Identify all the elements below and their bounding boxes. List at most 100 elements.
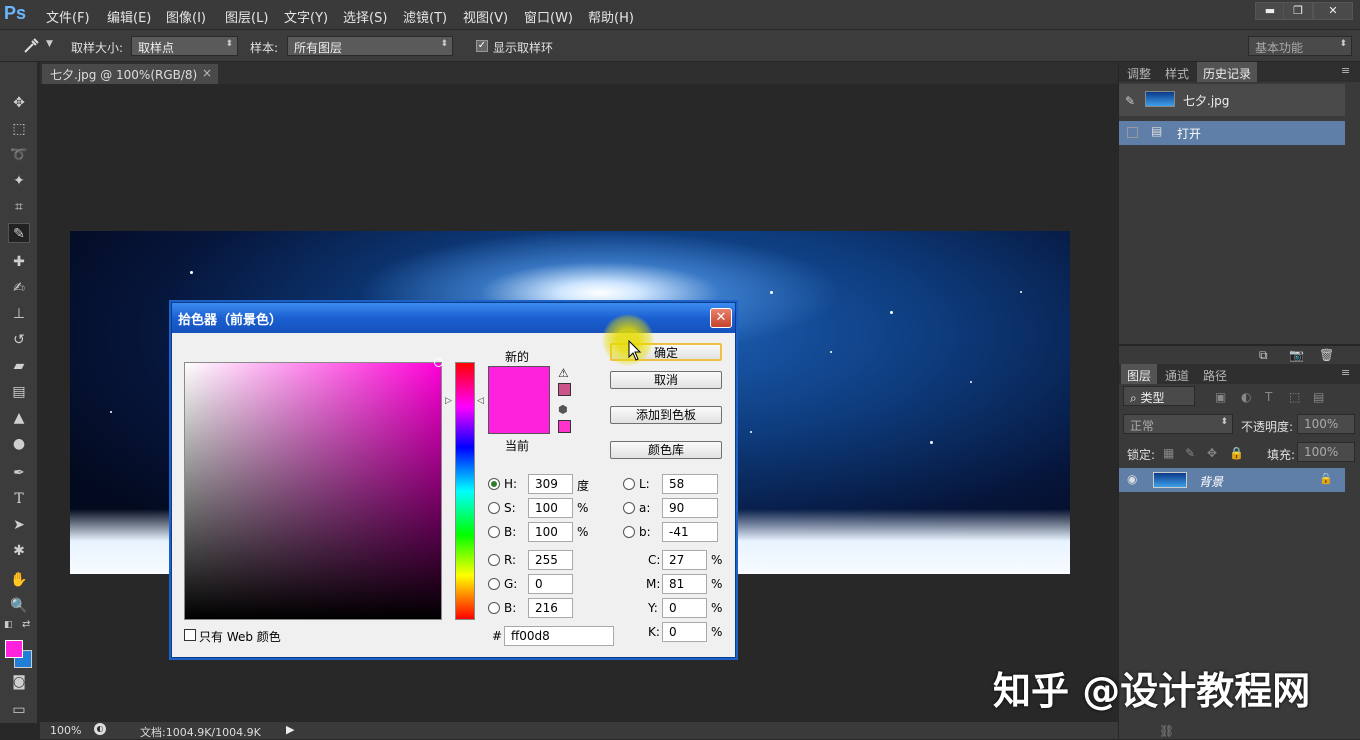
restore-button[interactable]: ❐ [1283, 2, 1313, 20]
dialog-close-button[interactable]: ✕ [710, 308, 732, 328]
history-brush-tool-icon[interactable]: ↺ [8, 330, 30, 350]
hue-slider-left-arrow-icon[interactable]: ▷ [445, 396, 452, 406]
web-safe-swatch[interactable] [558, 420, 571, 433]
hue-slider-right-arrow-icon[interactable]: ◁ [477, 396, 484, 406]
sample-size-select[interactable]: 取样点 ⬍ [131, 36, 238, 56]
blend-mode-select[interactable]: 正常 ⬍ [1123, 414, 1233, 434]
eyedropper-tool-icon[interactable]: ✎ [8, 223, 30, 243]
zoom-level[interactable]: 100% [50, 724, 81, 737]
screen-mode-icon[interactable]: ▭ [8, 700, 30, 720]
default-colors-icon[interactable]: ◧ [4, 620, 13, 630]
menu-edit[interactable]: 编辑(E) [107, 7, 151, 26]
brush-tool-icon[interactable]: ✍ [8, 278, 30, 298]
brightness-radio[interactable] [488, 526, 500, 538]
healing-brush-tool-icon[interactable]: ✚ [8, 252, 30, 272]
status-icon[interactable]: ◐ [94, 723, 106, 735]
lab-l-field[interactable]: 58 [662, 474, 718, 494]
hue-field[interactable]: 309 [528, 474, 573, 494]
show-ring-checkbox[interactable]: ✓ [476, 40, 488, 52]
hue-slider[interactable] [455, 362, 475, 620]
layer-row[interactable]: ◉ 背景 🔒 [1119, 468, 1345, 492]
lock-image-icon[interactable]: ✎ [1185, 446, 1195, 460]
gamut-swatch[interactable] [558, 383, 571, 396]
marquee-tool-icon[interactable]: ⬚ [8, 119, 30, 139]
blue-radio[interactable] [488, 602, 500, 614]
move-tool-icon[interactable]: ✥ [8, 93, 30, 113]
foreground-color-swatch[interactable] [5, 640, 23, 658]
shape-tool-icon[interactable]: ✱ [8, 541, 30, 561]
menu-select[interactable]: 选择(S) [343, 7, 387, 26]
lab-l-radio[interactable] [623, 478, 635, 490]
filter-smart-object-icon[interactable]: ▤ [1313, 390, 1324, 404]
trash-icon[interactable]: 🗑 [1319, 348, 1334, 362]
tab-adjustments[interactable]: 调整 [1121, 62, 1157, 82]
eyedropper-icon[interactable] [22, 37, 40, 55]
menu-window[interactable]: 窗口(W) [524, 7, 573, 26]
tab-history[interactable]: 历史记录 [1197, 62, 1258, 82]
hand-tool-icon[interactable]: ✋ [8, 570, 30, 590]
link-layers-icon[interactable]: ⛓ [1159, 724, 1174, 738]
stamp-tool-icon[interactable]: ⊥ [8, 304, 30, 324]
cyan-field[interactable]: 27 [662, 550, 707, 570]
saturation-radio[interactable] [488, 502, 500, 514]
filter-adjustment-icon[interactable]: ◐ [1241, 390, 1251, 404]
red-field[interactable]: 255 [528, 550, 573, 570]
type-tool-icon[interactable]: T [8, 489, 30, 509]
green-radio[interactable] [488, 578, 500, 590]
menu-help[interactable]: 帮助(H) [588, 7, 634, 26]
quick-mask-icon[interactable]: ◙ [8, 672, 30, 692]
minimize-button[interactable]: ▬ [1255, 2, 1285, 20]
current-color-swatch[interactable] [488, 400, 550, 434]
hex-field[interactable]: ff00d8 [504, 626, 614, 646]
eye-icon[interactable]: ◉ [1127, 472, 1137, 486]
path-selection-tool-icon[interactable]: ➤ [8, 515, 30, 535]
add-to-swatches-button[interactable]: 添加到色板 [610, 406, 722, 424]
menu-layer[interactable]: 图层(L) [225, 7, 268, 26]
blue-field[interactable]: 216 [528, 598, 573, 618]
color-libraries-button[interactable]: 颜色库 [610, 441, 722, 459]
close-window-button[interactable]: ✕ [1313, 2, 1353, 20]
close-tab-icon[interactable]: × [202, 66, 212, 80]
gradient-tool-icon[interactable]: ▤ [8, 382, 30, 402]
filter-type-icon[interactable]: T [1265, 390, 1272, 404]
menu-image[interactable]: 图像(I) [166, 7, 206, 26]
status-menu-arrow-icon[interactable]: ▶ [286, 723, 294, 736]
eraser-tool-icon[interactable]: ▰ [8, 356, 30, 376]
new-document-from-state-icon[interactable]: ⧉ [1259, 348, 1268, 363]
layer-filter-select[interactable]: ⌕ 类型 [1123, 386, 1195, 406]
tab-layers[interactable]: 图层 [1121, 364, 1158, 384]
document-tab[interactable]: 七夕.jpg @ 100%(RGB/8) × [42, 64, 218, 84]
web-only-checkbox[interactable] [184, 629, 196, 641]
magic-wand-tool-icon[interactable]: ✦ [8, 171, 30, 191]
green-field[interactable]: 0 [528, 574, 573, 594]
history-state[interactable]: ▤ 打开 [1119, 121, 1345, 145]
menu-filter[interactable]: 滤镜(T) [403, 7, 447, 26]
sample-select[interactable]: 所有图层 ⬍ [287, 36, 453, 56]
magenta-field[interactable]: 81 [662, 574, 707, 594]
lab-b-field[interactable]: -41 [662, 522, 718, 542]
hue-radio[interactable] [488, 478, 500, 490]
lock-transparent-icon[interactable]: ▦ [1163, 446, 1174, 460]
menu-type[interactable]: 文字(Y) [284, 7, 328, 26]
fill-field[interactable]: 100% [1297, 442, 1355, 462]
blur-tool-icon[interactable]: ▲ [8, 408, 30, 428]
filter-pixel-icon[interactable]: ▣ [1215, 390, 1226, 404]
tab-paths[interactable]: 路径 [1197, 364, 1233, 384]
menu-file[interactable]: 文件(F) [46, 7, 90, 26]
panel-menu-icon[interactable]: ≡ [1341, 64, 1350, 77]
saturation-field[interactable]: 100 [528, 498, 573, 518]
opacity-field[interactable]: 100% [1297, 414, 1355, 434]
saturation-brightness-field[interactable] [184, 358, 443, 620]
dodge-tool-icon[interactable]: ● [8, 434, 30, 454]
lasso-tool-icon[interactable]: ➰ [8, 145, 30, 165]
menu-view[interactable]: 视图(V) [463, 7, 508, 26]
lock-position-icon[interactable]: ✥ [1207, 446, 1217, 460]
lab-a-radio[interactable] [623, 502, 635, 514]
panel-menu-icon[interactable]: ≡ [1341, 366, 1350, 379]
history-snapshot[interactable]: ✎ 七夕.jpg [1119, 84, 1345, 116]
brightness-field[interactable]: 100 [528, 522, 573, 542]
red-radio[interactable] [488, 554, 500, 566]
workspace-select[interactable]: 基本功能 ⬍ [1248, 36, 1352, 56]
out-of-gamut-warning-icon[interactable]: ⚠ [558, 366, 569, 380]
black-field[interactable]: 0 [662, 622, 707, 642]
